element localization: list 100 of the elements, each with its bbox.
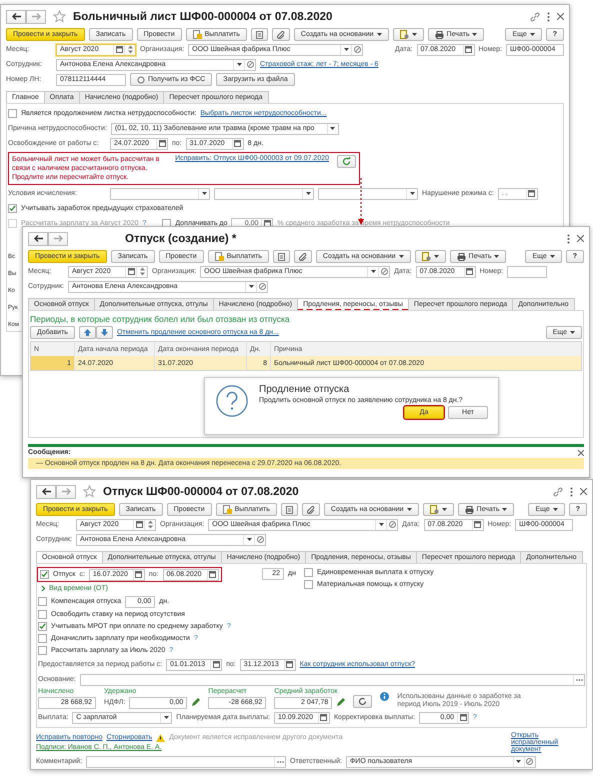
document-icon xyxy=(214,252,224,261)
warning-icon xyxy=(156,734,166,742)
caret-icon xyxy=(570,331,575,334)
caret-icon xyxy=(410,192,414,195)
calendar-icon xyxy=(209,571,216,578)
move-down-button[interactable] xyxy=(96,326,113,339)
link-icon[interactable] xyxy=(530,12,540,22)
checkbox[interactable] xyxy=(40,570,49,579)
calendar-icon xyxy=(128,268,134,275)
checkbox[interactable] xyxy=(304,580,313,589)
printer-icon xyxy=(434,30,444,38)
window-title: Отпуск ШФ00-000004 от 07.08.2020 xyxy=(103,486,299,498)
report-icon xyxy=(430,505,439,514)
caret-icon xyxy=(344,48,349,51)
condition-field[interactable] xyxy=(318,188,418,200)
arrow-right-icon xyxy=(62,488,70,495)
star-icon[interactable] xyxy=(53,10,66,23)
paperclip-icon xyxy=(298,252,307,260)
basis-field[interactable] xyxy=(80,674,585,686)
checkbox[interactable] xyxy=(8,204,17,213)
condition-field[interactable] xyxy=(214,188,314,200)
checkbox[interactable] xyxy=(38,646,47,655)
recalculate-button[interactable] xyxy=(353,695,372,708)
condition-field[interactable] xyxy=(110,188,210,200)
star-icon[interactable] xyxy=(83,485,96,498)
reports-button[interactable] xyxy=(392,28,424,41)
pencil-icon[interactable] xyxy=(336,698,346,707)
number-field[interactable] xyxy=(507,266,548,278)
arrow-down-icon xyxy=(100,329,108,336)
caret-icon xyxy=(502,508,508,511)
section-title: Периоды, в которые сотрудник болел или был отозван из отпуска xyxy=(30,314,291,324)
refresh-button[interactable] xyxy=(337,155,356,168)
move-up-button[interactable] xyxy=(78,326,96,339)
printer-icon xyxy=(456,252,466,260)
caret-icon xyxy=(246,538,252,541)
link-icon[interactable] xyxy=(553,486,563,496)
arrow-up-icon xyxy=(84,329,91,336)
caret-icon xyxy=(164,716,169,719)
close-icon[interactable] xyxy=(577,235,584,242)
open-icon xyxy=(354,46,361,53)
open-icon xyxy=(380,268,388,275)
open-icon xyxy=(526,758,534,765)
attach-button[interactable] xyxy=(272,28,290,41)
caret-icon xyxy=(494,255,500,258)
checkbox[interactable] xyxy=(8,109,17,118)
checkbox[interactable] xyxy=(38,622,47,631)
caret-icon xyxy=(550,255,555,258)
list-button[interactable] xyxy=(280,503,298,516)
caret-icon xyxy=(248,285,254,288)
calendar-icon xyxy=(136,521,142,528)
back-button[interactable] xyxy=(6,10,26,24)
checkbox[interactable] xyxy=(38,634,47,643)
back-button[interactable] xyxy=(36,484,56,498)
more-icon[interactable] xyxy=(547,12,550,22)
checkbox[interactable] xyxy=(38,597,47,606)
printer-icon xyxy=(464,506,474,514)
caret-icon xyxy=(398,255,404,258)
attach-button[interactable] xyxy=(302,503,320,516)
list-icon xyxy=(286,506,293,514)
caret-icon xyxy=(236,63,242,66)
caret-icon xyxy=(442,508,447,511)
checkbox[interactable] xyxy=(304,568,313,577)
info-icon xyxy=(380,692,390,701)
pencil-icon[interactable] xyxy=(191,698,200,707)
attach-button[interactable] xyxy=(294,250,312,263)
calendar-icon xyxy=(466,268,474,275)
back-button[interactable] xyxy=(28,232,48,246)
calendar-icon xyxy=(320,714,328,721)
calendar-icon xyxy=(158,140,166,147)
comment-field[interactable] xyxy=(86,756,286,768)
open-icon xyxy=(246,61,254,68)
list-button[interactable] xyxy=(272,250,290,263)
reports-button[interactable] xyxy=(414,250,446,263)
caret-icon xyxy=(552,508,558,511)
reports-button[interactable] xyxy=(422,503,454,516)
open-icon xyxy=(388,521,396,528)
close-icon[interactable] xyxy=(580,488,587,495)
spinner-icon xyxy=(140,267,144,276)
calendar-icon xyxy=(474,521,482,528)
caret-icon xyxy=(406,508,412,511)
caret-icon xyxy=(412,33,417,36)
calendar-icon xyxy=(286,661,294,668)
list-button[interactable] xyxy=(250,28,268,41)
close-icon[interactable] xyxy=(557,13,564,20)
more-icon[interactable] xyxy=(567,234,570,244)
calendar-icon xyxy=(465,46,472,53)
caret-icon xyxy=(530,33,535,36)
dialog-title: Продление отпуска xyxy=(259,384,350,395)
chevron-icon xyxy=(41,585,46,592)
close-icon[interactable] xyxy=(578,450,584,456)
calendar-icon xyxy=(234,140,242,147)
caret-icon xyxy=(472,33,478,36)
checkbox[interactable] xyxy=(38,610,47,619)
calendar-icon xyxy=(116,46,122,53)
caret-icon xyxy=(306,192,310,195)
open-icon xyxy=(256,536,264,543)
document-icon xyxy=(192,30,202,39)
calendar-icon xyxy=(212,661,220,668)
more-icon[interactable] xyxy=(570,486,573,496)
window-title: Отпуск (создание) * xyxy=(125,232,236,244)
